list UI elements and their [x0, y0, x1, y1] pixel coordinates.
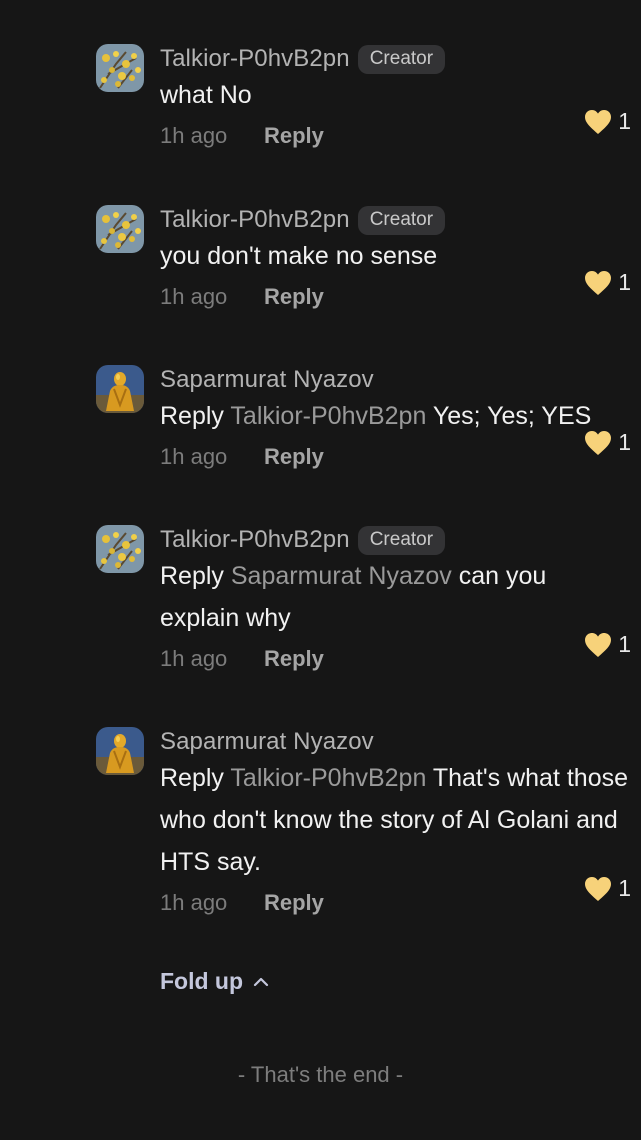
comment-mention[interactable]: Talkior-P0hvB2pn	[230, 764, 426, 792]
comment-mention[interactable]: Talkior-P0hvB2pn	[230, 402, 426, 430]
yellow-flowers-avatar-icon	[96, 205, 144, 253]
comment-mention[interactable]: Saparmurat Nyazov	[231, 562, 452, 590]
reply-button[interactable]: Reply	[264, 890, 324, 916]
like-count: 1	[618, 429, 631, 455]
comment-time: 1h ago	[160, 123, 228, 148]
comment-author[interactable]: Saparmurat Nyazov	[160, 728, 374, 756]
comment-author[interactable]: Talkior-P0hvB2pn	[160, 206, 350, 234]
avatar[interactable]	[96, 525, 144, 573]
comment-time: 1h ago	[160, 646, 228, 671]
comment-reply-prefix: Reply	[160, 402, 231, 430]
comment-body: what No	[160, 81, 252, 109]
golden-statue-avatar-icon	[96, 365, 144, 413]
comment-text: what No	[160, 74, 630, 116]
comment-time: 1h ago	[160, 444, 228, 469]
heart-icon	[585, 270, 612, 295]
like-count: 1	[618, 875, 631, 901]
fold-up-button[interactable]: Fold up	[160, 968, 269, 995]
like-button[interactable]: 1	[584, 429, 631, 456]
avatar[interactable]	[96, 727, 144, 775]
comment-reply-prefix: Reply	[160, 562, 231, 590]
comment-text: Reply Talkior-P0hvB2pn That's what those…	[160, 757, 630, 883]
like-button[interactable]: 1	[584, 631, 631, 658]
comment-time: 1h ago	[160, 890, 228, 915]
comment-body: Yes; Yes; YES	[426, 402, 592, 430]
comment-text: Reply Talkior-P0hvB2pn Yes; Yes; YES	[160, 395, 630, 437]
heart-icon	[585, 430, 612, 455]
comment-body: you don't make no sense	[160, 242, 438, 270]
reply-button[interactable]: Reply	[264, 646, 324, 672]
avatar[interactable]	[96, 205, 144, 253]
like-count: 1	[618, 108, 631, 134]
creator-badge: Creator	[357, 44, 446, 74]
comment-text: Reply Saparmurat Nyazov can you explain …	[160, 555, 630, 639]
creator-badge: Creator	[357, 205, 446, 235]
reply-button[interactable]: Reply	[264, 444, 324, 470]
reply-button[interactable]: Reply	[264, 123, 324, 149]
comment-author[interactable]: Talkior-P0hvB2pn	[160, 526, 350, 554]
like-button[interactable]: 1	[584, 108, 631, 135]
heart-icon	[585, 876, 612, 901]
like-button[interactable]: 1	[584, 269, 631, 296]
creator-badge: Creator	[357, 525, 446, 555]
yellow-flowers-avatar-icon	[96, 44, 144, 92]
like-button[interactable]: 1	[584, 875, 631, 902]
comment-time: 1h ago	[160, 284, 228, 309]
reply-button[interactable]: Reply	[264, 284, 324, 310]
yellow-flowers-avatar-icon	[96, 525, 144, 573]
golden-statue-avatar-icon	[96, 727, 144, 775]
fold-up-label: Fold up	[160, 968, 244, 994]
chevron-up-icon	[253, 977, 269, 986]
comment-author[interactable]: Saparmurat Nyazov	[160, 366, 374, 394]
heart-icon	[585, 632, 612, 657]
like-count: 1	[618, 269, 631, 295]
like-count: 1	[618, 631, 631, 657]
end-of-list-text: - That's the end -	[237, 1062, 404, 1087]
comment-reply-prefix: Reply	[160, 764, 231, 792]
comment-text: you don't make no sense	[160, 235, 630, 277]
comment-author[interactable]: Talkior-P0hvB2pn	[160, 45, 350, 73]
avatar[interactable]	[96, 44, 144, 92]
avatar[interactable]	[96, 365, 144, 413]
heart-icon	[585, 109, 612, 134]
